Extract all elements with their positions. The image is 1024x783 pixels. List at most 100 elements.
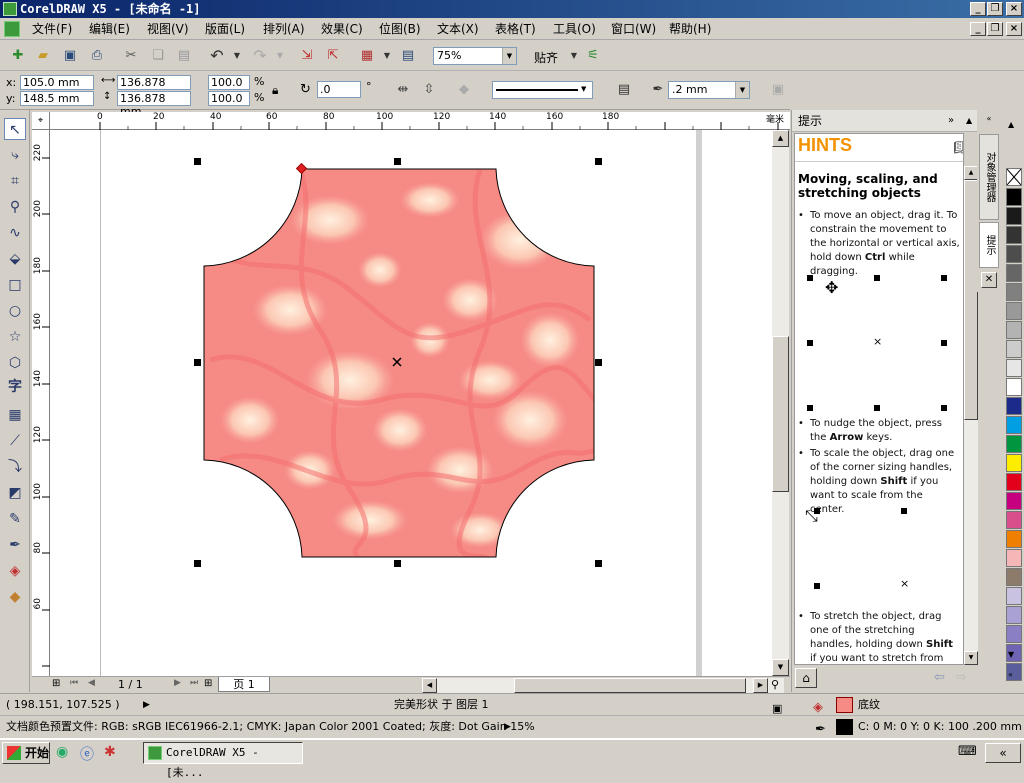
color-swatch[interactable] bbox=[1006, 492, 1022, 510]
scroll-up-icon[interactable]: ▲ bbox=[772, 130, 789, 147]
smart-fill-tool-icon[interactable]: ⬙ bbox=[4, 248, 26, 270]
tab-hints[interactable]: 提示 bbox=[979, 222, 999, 268]
hints-forward-icon[interactable]: ⇨ bbox=[956, 670, 967, 685]
coords-arrow-icon[interactable]: ▶ bbox=[143, 694, 150, 716]
hints-scroll-thumb[interactable] bbox=[964, 180, 978, 420]
snap-to-label[interactable]: 贴齐 bbox=[534, 49, 558, 66]
mirror-horizontal-icon[interactable]: ⇹ bbox=[393, 80, 413, 100]
outline-width-dropdown[interactable]: .2 mm ▼ bbox=[668, 81, 750, 99]
copy-icon[interactable]: ❏ bbox=[148, 46, 168, 66]
keyboard-tray-icon[interactable]: ⌨ bbox=[958, 744, 977, 759]
doc-close-icon[interactable]: × bbox=[1006, 22, 1022, 36]
restore-icon[interactable]: ❐ bbox=[987, 2, 1003, 16]
hints-book-icon[interactable]: 📖︎ bbox=[953, 140, 963, 156]
menu-window[interactable]: 窗口(W) bbox=[611, 21, 656, 37]
undo-dropdown-icon[interactable]: ▼ bbox=[227, 46, 247, 66]
color-swatch[interactable] bbox=[1006, 511, 1022, 529]
selection-handle[interactable] bbox=[194, 158, 201, 165]
fill-swatch[interactable] bbox=[836, 697, 853, 713]
welcome-screen-icon[interactable]: ▤ bbox=[398, 46, 418, 66]
color-swatch[interactable] bbox=[1006, 245, 1022, 263]
color-swatch[interactable] bbox=[1006, 397, 1022, 415]
outline-tool-icon[interactable]: ✒ bbox=[4, 534, 26, 556]
fill-tool-icon[interactable]: ◈ bbox=[4, 560, 26, 582]
selection-handle[interactable] bbox=[595, 158, 602, 165]
undo-icon[interactable]: ↶ bbox=[207, 46, 227, 66]
selection-handle[interactable] bbox=[595, 560, 602, 567]
y-position-field[interactable]: 148.5 mm bbox=[20, 91, 94, 106]
drawing-canvas[interactable] bbox=[50, 130, 772, 676]
scale-x-field[interactable]: 100.0 bbox=[208, 75, 250, 90]
connector-tool-icon[interactable]: ⤵ bbox=[4, 456, 26, 478]
horizontal-ruler[interactable]: 0 20 40 60 80 100 120 140 160 180 毫米 bbox=[50, 112, 790, 130]
export-icon[interactable]: ⇱ bbox=[323, 46, 343, 66]
interactive-fill-tool-icon[interactable]: ◆ bbox=[4, 586, 26, 608]
import-icon[interactable]: ⇲ bbox=[297, 46, 317, 66]
scroll-down-icon[interactable]: ▼ bbox=[772, 659, 789, 676]
scale-y-field[interactable]: 100.0 bbox=[208, 91, 250, 106]
hints-back-icon[interactable]: ⇦ bbox=[934, 670, 945, 685]
pick-tool-icon[interactable]: ↖ bbox=[4, 118, 26, 140]
tab-object-manager[interactable]: 对象管理器 bbox=[979, 134, 999, 220]
color-swatch[interactable] bbox=[1006, 416, 1022, 434]
paste-icon[interactable]: ▤ bbox=[174, 46, 194, 66]
outline-pen-icon[interactable]: ▤ bbox=[614, 80, 634, 100]
table-tool-icon[interactable]: ▦ bbox=[4, 404, 26, 426]
mirror-vertical-icon[interactable]: ⇳ bbox=[419, 80, 439, 100]
print-icon[interactable]: ⎙ bbox=[87, 46, 107, 66]
color-swatch[interactable] bbox=[1006, 587, 1022, 605]
zoom-dropdown[interactable]: 75% ▼ bbox=[433, 47, 517, 65]
color-swatch[interactable] bbox=[1006, 264, 1022, 282]
color-swatch[interactable] bbox=[1006, 321, 1022, 339]
redo-dropdown-icon[interactable]: ▼ bbox=[270, 46, 290, 66]
hints-scrollbar[interactable]: ▲ ▼ bbox=[964, 166, 978, 665]
vertical-ruler[interactable]: 220 200 180 160 140 120 100 80 60 bbox=[32, 130, 50, 676]
taskbar-coreldraw-button[interactable]: CorelDRAW X5 - [未... bbox=[143, 742, 303, 779]
selection-handle[interactable] bbox=[194, 560, 201, 567]
tray-expand-button[interactable]: « bbox=[985, 743, 1021, 763]
wrap-text-icon[interactable]: ◆ bbox=[454, 80, 474, 100]
color-swatch[interactable] bbox=[1006, 606, 1022, 624]
document-icon[interactable] bbox=[4, 21, 20, 37]
menu-file[interactable]: 文件(F) bbox=[32, 21, 72, 37]
application-launcher-icon[interactable]: ▦ bbox=[357, 46, 377, 66]
color-swatch[interactable] bbox=[1006, 378, 1022, 396]
palette-scroll-up-icon[interactable]: ▲ bbox=[1008, 120, 1014, 129]
scroll-right-icon[interactable]: ▶ bbox=[753, 678, 768, 693]
x-position-field[interactable]: 105.0 mm bbox=[20, 75, 94, 90]
collapse-docker-icon[interactable]: » bbox=[948, 110, 954, 132]
color-swatch[interactable] bbox=[1006, 207, 1022, 225]
palette-scroll-down-icon[interactable]: ▼ bbox=[1008, 650, 1014, 659]
to-front-icon[interactable]: ▣ bbox=[768, 80, 788, 100]
crop-tool-icon[interactable]: ⌗ bbox=[4, 170, 26, 192]
close-icon[interactable]: × bbox=[1006, 2, 1022, 16]
color-swatch[interactable] bbox=[1006, 302, 1022, 320]
prev-page-icon[interactable]: ◀ bbox=[88, 678, 95, 688]
color-swatch[interactable] bbox=[1006, 454, 1022, 472]
start-button[interactable]: 开始 bbox=[2, 742, 50, 764]
menu-effects[interactable]: 效果(C) bbox=[321, 21, 363, 37]
menu-layout[interactable]: 版面(L) bbox=[205, 21, 245, 37]
insert-page-after-icon[interactable]: ⊞ bbox=[204, 678, 212, 689]
vertical-scrollbar[interactable]: ▲ ▼ bbox=[772, 130, 789, 676]
hints-home-icon[interactable]: ⌂ bbox=[795, 668, 817, 688]
blend-tool-icon[interactable]: ◩ bbox=[4, 482, 26, 504]
options-icon[interactable]: ⚟ bbox=[583, 46, 603, 66]
width-field[interactable]: 136.878 mm bbox=[117, 75, 191, 102]
selection-handle[interactable] bbox=[394, 560, 401, 567]
selection-handle[interactable] bbox=[194, 359, 201, 366]
polygon-tool-icon[interactable]: ☆ bbox=[4, 326, 26, 348]
menu-view[interactable]: 视图(V) bbox=[147, 21, 189, 37]
docker-tab-arrows-icon[interactable]: « bbox=[980, 114, 998, 126]
freehand-tool-icon[interactable]: ∿ bbox=[4, 222, 26, 244]
selection-handle[interactable] bbox=[595, 359, 602, 366]
lock-ratio-icon[interactable]: 🔒︎ bbox=[272, 83, 278, 98]
color-swatch[interactable] bbox=[1006, 549, 1022, 567]
navigator-zoom-icon[interactable]: ⚲ bbox=[771, 678, 779, 691]
cut-icon[interactable]: ✂ bbox=[121, 46, 141, 66]
basic-shapes-tool-icon[interactable]: ⬡ bbox=[4, 352, 26, 374]
color-swatch[interactable] bbox=[1006, 625, 1022, 643]
docker-up-icon[interactable]: ▲ bbox=[966, 110, 972, 132]
perfect-shape-object[interactable] bbox=[50, 130, 772, 676]
scroll-left-icon[interactable]: ◀ bbox=[422, 678, 437, 693]
